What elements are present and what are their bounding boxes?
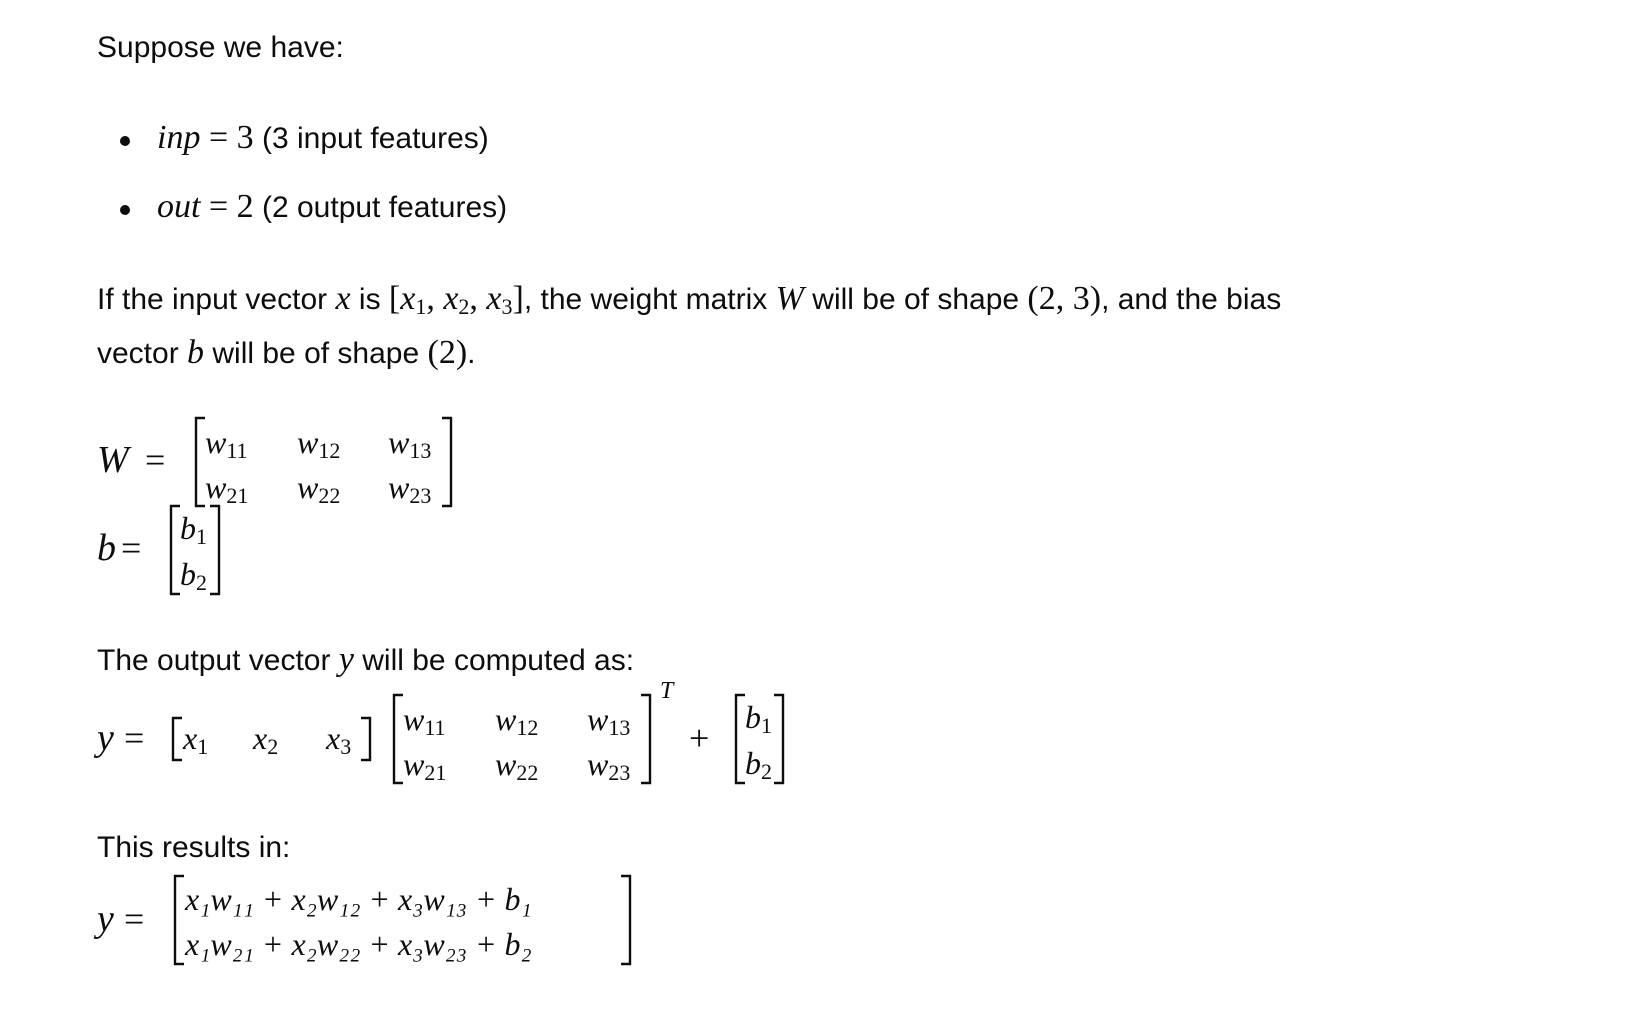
bullet-dot — [120, 136, 130, 146]
row-cell: x2 — [253, 720, 279, 759]
result-row: x₁w₂₁ + x₂w₂₂ + x₃w₂₃ + b₂ — [185, 926, 532, 962]
equals-sign: = — [145, 440, 166, 480]
paragraph-line-1: If the input vector x is [x1, x2, x3], t… — [97, 280, 1282, 320]
left-bracket — [170, 716, 184, 762]
right-bracket — [772, 693, 786, 785]
matrix-cell: w11 — [403, 701, 446, 740]
row-cell: x3 — [326, 720, 352, 759]
matrix-cell: w12 — [495, 701, 539, 740]
matrix-cell: w22 — [495, 746, 539, 785]
output-text: The output vector y will be computed as: — [97, 641, 635, 678]
vector-cell: b1 — [180, 510, 207, 549]
equals-sign: = — [124, 718, 145, 758]
transpose-superscript: T — [660, 678, 674, 704]
matrix-cell: w12 — [297, 424, 341, 463]
results-text: This results in: — [97, 831, 291, 864]
paragraph-line-2: vector b will be of shape (2). — [97, 334, 476, 371]
matrix-cell: w13 — [388, 424, 432, 463]
matrix-cell: w11 — [205, 424, 248, 463]
plus-sign: + — [689, 718, 710, 758]
right-bracket — [619, 874, 633, 966]
matrix-cell: w21 — [403, 746, 447, 785]
right-bracket — [359, 716, 373, 762]
matrix-cell: w22 — [297, 469, 341, 508]
matrix-cell: w23 — [388, 469, 432, 508]
bullet-dot — [120, 205, 130, 215]
right-bracket — [208, 504, 222, 596]
right-bracket — [639, 693, 653, 785]
left-bracket — [172, 874, 186, 966]
bullet-item-inp: inp = 3 (3 input features) — [157, 119, 489, 156]
b-label: b — [97, 527, 116, 569]
equals-sign: = — [124, 899, 145, 939]
vector-cell: b2 — [180, 556, 207, 595]
vector-cell: b1 — [745, 699, 772, 738]
result-row: x₁w₁₁ + x₂w₁₂ + x₃w₁₃ + b₁ — [185, 881, 532, 917]
y-label: y — [97, 717, 114, 759]
vector-cell: b2 — [745, 745, 772, 784]
matrix-cell: w23 — [587, 746, 631, 785]
matrix-cell: w13 — [587, 701, 631, 740]
y-label: y — [97, 898, 114, 940]
intro-text: Suppose we have: — [97, 31, 344, 64]
right-bracket — [440, 416, 454, 508]
w-label: W — [97, 439, 129, 481]
row-cell: x1 — [183, 720, 209, 759]
bullet-item-out: out = 2 (2 output features) — [157, 188, 508, 225]
equals-sign: = — [121, 528, 142, 568]
